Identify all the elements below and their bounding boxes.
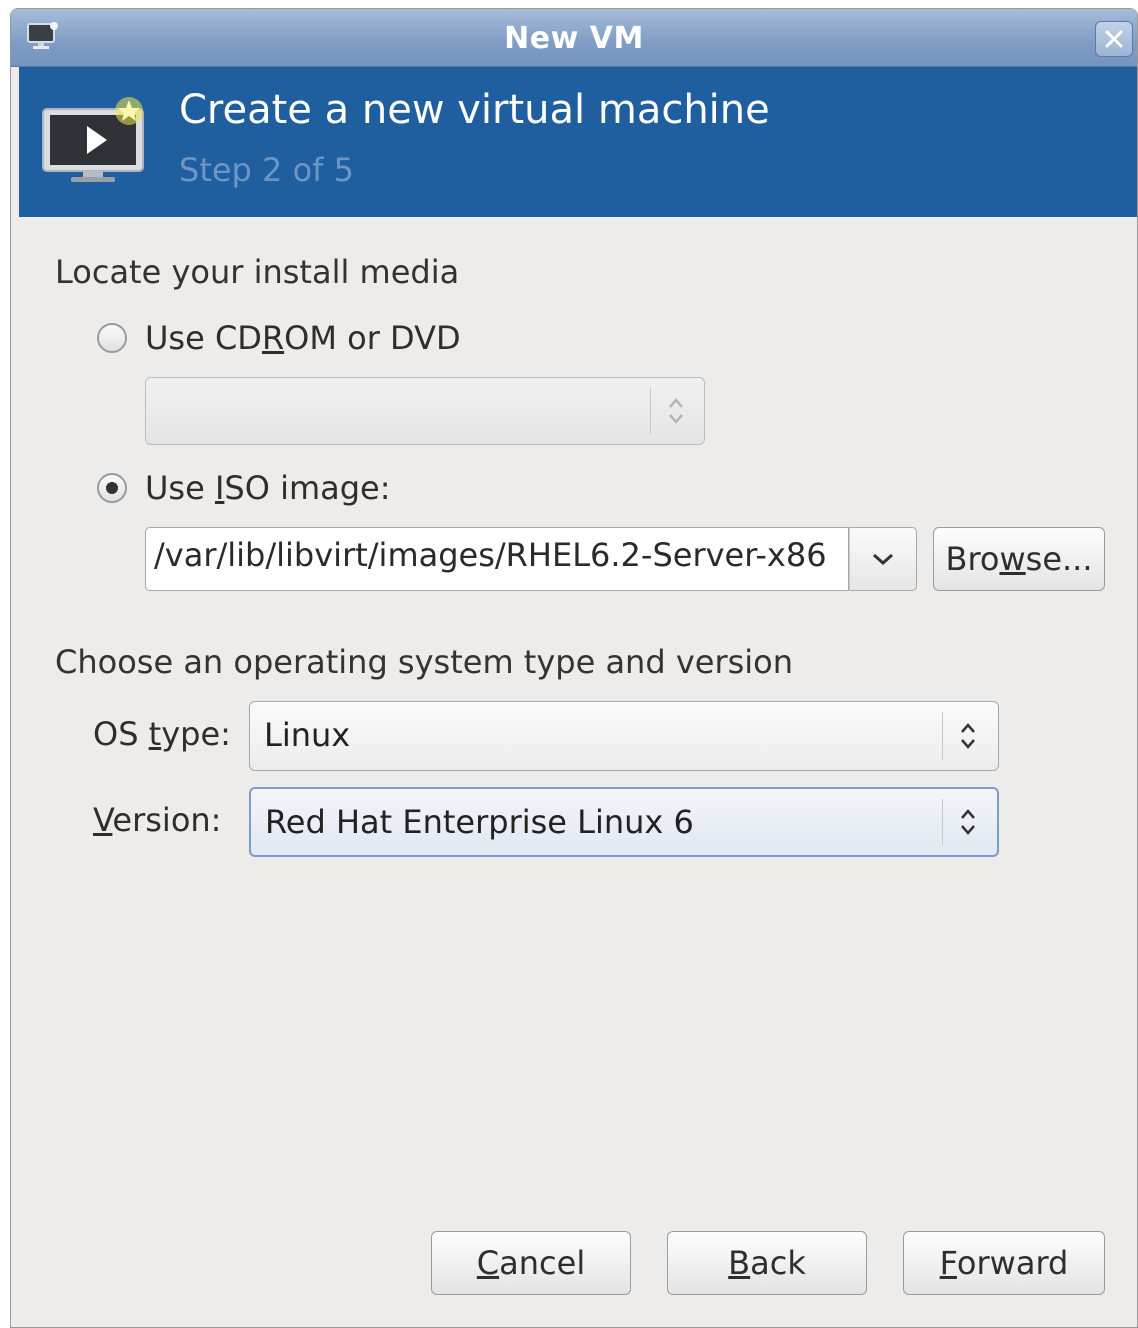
back-button[interactable]: Back	[667, 1231, 867, 1295]
forward-button[interactable]: Forward	[903, 1231, 1105, 1295]
os-type-label: OS type:	[93, 715, 231, 753]
iso-path-input[interactable]: /var/lib/libvirt/images/RHEL6.2-Server-x…	[145, 527, 849, 591]
close-button[interactable]	[1095, 21, 1133, 57]
title-bar[interactable]: New VM	[11, 9, 1137, 67]
back-button-label: Back	[728, 1244, 806, 1282]
up-down-arrow-icon	[961, 723, 975, 749]
cdrom-radio-label[interactable]: Use CDROM or DVD	[145, 319, 461, 357]
forward-button-label: Forward	[939, 1244, 1069, 1282]
os-section-label: Choose an operating system type and vers…	[55, 643, 794, 681]
new-vm-window: New VM Create a new virtual machine Step…	[10, 8, 1138, 1328]
version-select[interactable]: Red Hat Enterprise Linux 6	[249, 787, 999, 857]
iso-radio-label[interactable]: Use ISO image:	[145, 469, 391, 507]
iso-history-dropdown-button[interactable]	[849, 527, 917, 591]
os-type-select[interactable]: Linux	[249, 701, 999, 771]
cdrom-radio-option[interactable]: Use CDROM or DVD	[97, 319, 461, 357]
up-down-arrow-icon	[961, 809, 975, 835]
browse-button-label: Browse...	[945, 540, 1093, 578]
window-title: New VM	[504, 21, 644, 56]
up-down-arrow-icon	[669, 398, 683, 424]
iso-radio[interactable]	[97, 473, 127, 503]
version-label: Version:	[93, 801, 222, 839]
cdrom-device-combo	[145, 377, 705, 445]
cdrom-radio[interactable]	[97, 323, 127, 353]
install-media-section-label: Locate your install media	[55, 253, 460, 291]
wizard-title: Create a new virtual machine	[179, 87, 770, 133]
os-type-value: Linux	[264, 716, 351, 754]
cancel-button[interactable]: Cancel	[431, 1231, 631, 1295]
cancel-button-label: Cancel	[476, 1244, 586, 1282]
vm-monitor-play-icon	[42, 97, 144, 182]
close-icon	[1105, 30, 1123, 48]
version-value: Red Hat Enterprise Linux 6	[265, 803, 694, 841]
iso-radio-option[interactable]: Use ISO image:	[97, 469, 391, 507]
wizard-header-banner: Create a new virtual machine Step 2 of 5	[19, 67, 1137, 217]
browse-button[interactable]: Browse...	[933, 527, 1105, 591]
chevron-down-icon	[873, 553, 893, 566]
wizard-step-indicator: Step 2 of 5	[179, 151, 354, 189]
